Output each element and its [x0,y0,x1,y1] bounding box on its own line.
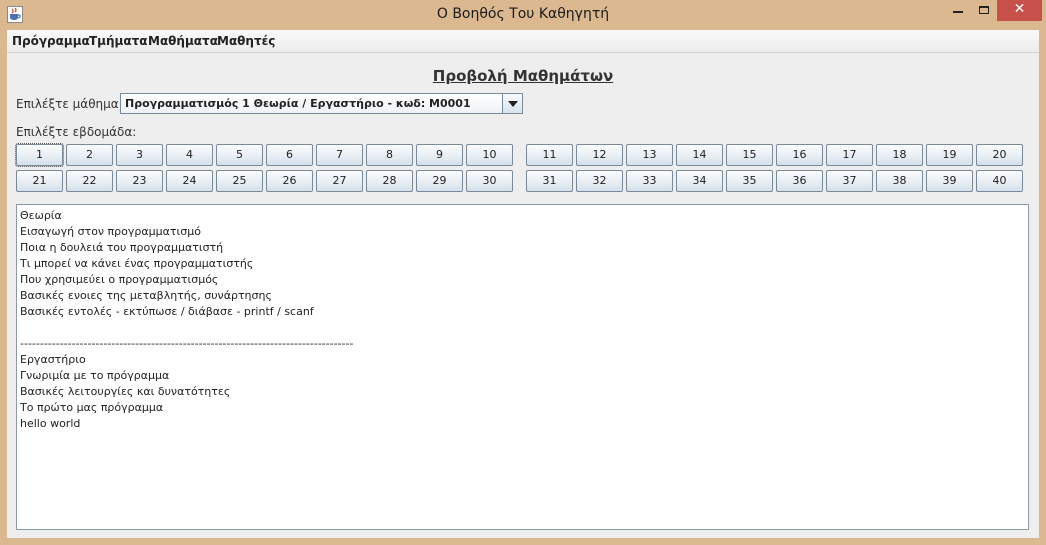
menu-program[interactable]: Πρόγραμμα [12,34,90,48]
maximize-button[interactable] [971,0,997,21]
content-line: Βασικές ενοιες της μεταβλητής, συνάρτηση… [20,289,272,302]
maximize-icon [979,6,989,14]
week-button-36[interactable]: 36 [776,170,823,192]
week-button-19[interactable]: 19 [926,144,973,166]
week-button-17[interactable]: 17 [826,144,873,166]
week-button-18[interactable]: 18 [876,144,923,166]
minimize-button[interactable] [945,0,971,21]
content-line: Τι μπορεί να κάνει ένας προγραμματιστής [20,257,254,270]
close-icon: ✕ [1013,1,1026,17]
week-button-13[interactable]: 13 [626,144,673,166]
week-button-8[interactable]: 8 [366,144,413,166]
content-line: ----------------------------------------… [20,337,354,350]
week-button-32[interactable]: 32 [576,170,623,192]
week-button-15[interactable]: 15 [726,144,773,166]
week-button-10[interactable]: 10 [466,144,513,166]
week-button-3[interactable]: 3 [116,144,163,166]
week-button-34[interactable]: 34 [676,170,723,192]
menu-bar: Πρόγραμμα Τμήματα Μαθήματα Μαθητές [7,30,1039,53]
content-line: Γνωριμία με το πρόγραμμα [20,369,170,382]
close-button[interactable]: ✕ [997,0,1042,21]
week-button-31[interactable]: 31 [526,170,573,192]
page-title: Προβολή Μαθημάτων [432,67,614,85]
week-button-30[interactable]: 30 [466,170,513,192]
week-button-27[interactable]: 27 [316,170,363,192]
content-line: Που χρησιμεύει ο προγραμματισμός [20,273,219,286]
menu-courses[interactable]: Μαθήματα [148,34,218,48]
content-line: Βασικές λειτουργίες και δυνατότητες [20,385,231,398]
week-button-2[interactable]: 2 [66,144,113,166]
week-button-28[interactable]: 28 [366,170,413,192]
week-button-23[interactable]: 23 [116,170,163,192]
week-button-12[interactable]: 12 [576,144,623,166]
week-button-35[interactable]: 35 [726,170,773,192]
course-label: Επιλέξτε μάθημα: [16,97,123,111]
week-button-38[interactable]: 38 [876,170,923,192]
course-select-value: Προγραμματισμός 1 Θεωρία / Εργαστήριο - … [125,97,471,110]
week-button-24[interactable]: 24 [166,170,213,192]
week-button-21[interactable]: 21 [16,170,63,192]
content-line [20,320,1025,336]
week-button-22[interactable]: 22 [66,170,113,192]
week-button-6[interactable]: 6 [266,144,313,166]
menu-departments[interactable]: Τμήματα [89,34,148,48]
week-button-4[interactable]: 4 [166,144,213,166]
title-bar: Ο Βοηθός Του Καθηγητή ✕ [0,0,1046,30]
week-button-40[interactable]: 40 [976,170,1023,192]
content-line: Ποια η δουλειά του προγραμματιστή [20,241,224,254]
week-button-25[interactable]: 25 [216,170,263,192]
week-button-29[interactable]: 29 [416,170,463,192]
week-button-7[interactable]: 7 [316,144,363,166]
week-button-11[interactable]: 11 [526,144,573,166]
main-panel: Πρόγραμμα Τμήματα Μαθήματα Μαθητές Προβο… [7,30,1039,538]
minimize-icon [953,11,963,13]
week-button-33[interactable]: 33 [626,170,673,192]
week-button-26[interactable]: 26 [266,170,313,192]
week-button-20[interactable]: 20 [976,144,1023,166]
week-button-16[interactable]: 16 [776,144,823,166]
week-label: Επιλέξτε εβδομάδα: [16,125,137,139]
week-button-39[interactable]: 39 [926,170,973,192]
content-line: hello world [20,417,81,430]
content-line: Θεωρία [20,209,62,222]
week-button-37[interactable]: 37 [826,170,873,192]
content-line: Το πρώτο μας πρόγραμμα [20,401,164,414]
menu-students[interactable]: Μαθητές [217,34,275,48]
week-button-1[interactable]: 1 [15,143,64,167]
course-content-textarea[interactable]: Θεωρία Εισαγωγή στον προγραμματισμό Ποια η… [16,204,1029,530]
content-line: Εισαγωγή στον προγραμματισμό [20,225,201,238]
week-button-9[interactable]: 9 [416,144,463,166]
window-title: Ο Βοηθός Του Καθηγητή [436,6,610,22]
content-line: Βασικές εντολές - εκτύπωσε / διάβασε - p… [20,305,314,318]
chevron-down-icon [508,101,518,107]
week-button-14[interactable]: 14 [676,144,723,166]
dropdown-arrow-button[interactable] [502,94,522,113]
week-button-5[interactable]: 5 [216,144,263,166]
content-line: Εργαστήριο [20,353,86,366]
course-select[interactable]: Προγραμματισμός 1 Θεωρία / Εργαστήριο - … [120,93,523,114]
